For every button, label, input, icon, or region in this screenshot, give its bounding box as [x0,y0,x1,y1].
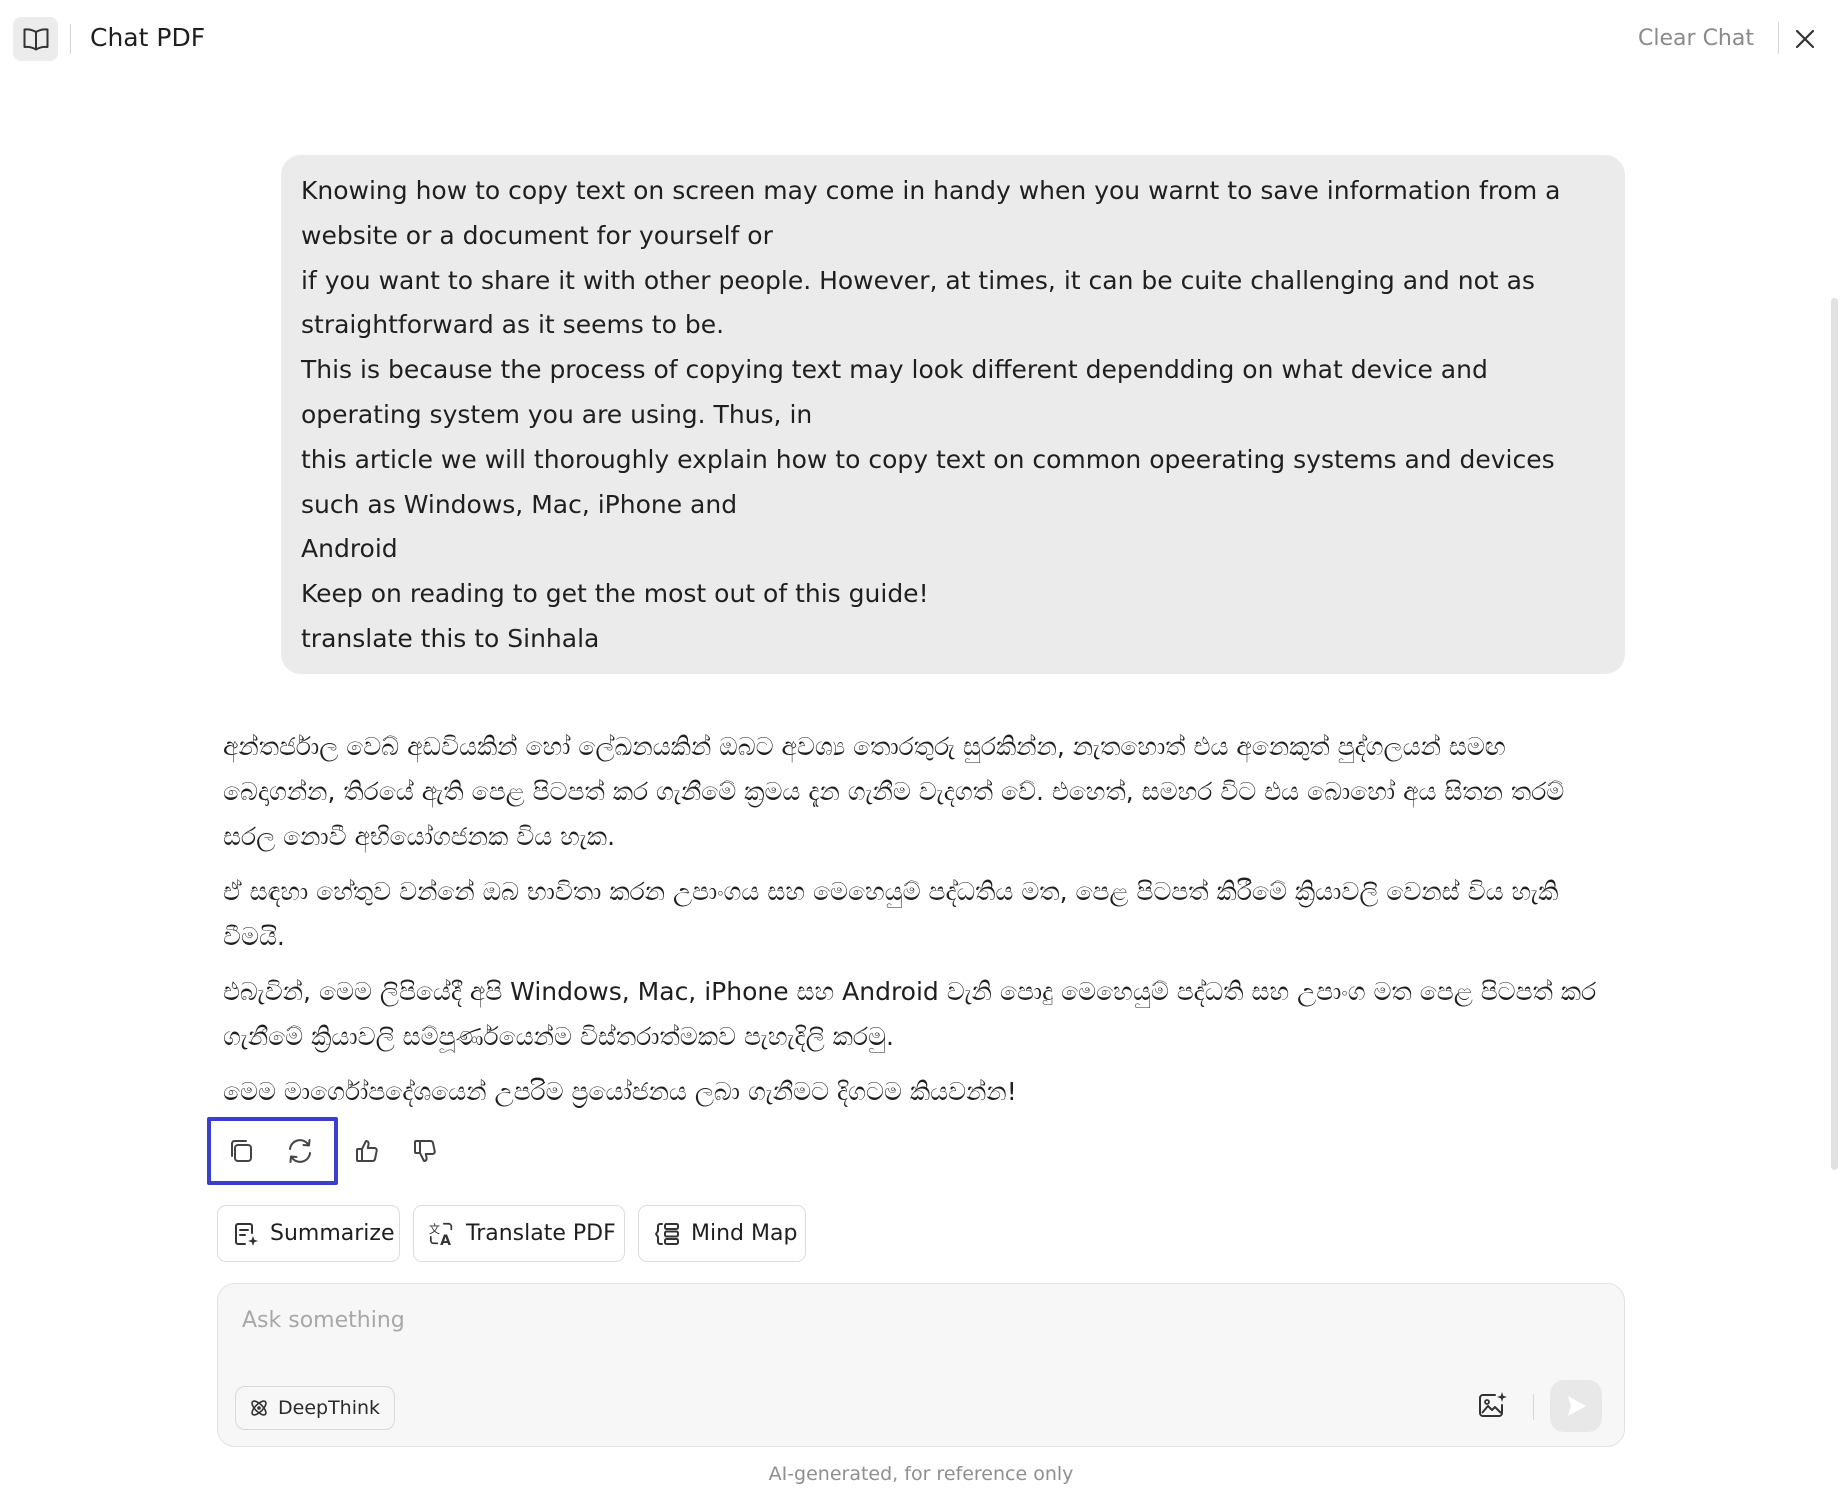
user-message-line: this article we will thoroughly explain … [301,444,1555,519]
mind-map-button[interactable]: Mind Map [638,1205,806,1262]
scrollbar[interactable] [1831,298,1838,1170]
header-divider-right [1778,22,1779,54]
chat-input-box: DeepThink [217,1283,1625,1447]
mind-map-label: Mind Map [691,1220,798,1246]
translate-pdf-label: Translate PDF [466,1220,616,1246]
copy-button[interactable] [224,1134,258,1168]
svg-text:A: A [440,1233,451,1249]
summarize-button[interactable]: Summarize [217,1205,400,1262]
regenerate-button[interactable] [283,1134,317,1168]
input-divider [1533,1394,1534,1420]
summarize-label: Summarize [270,1220,395,1246]
thumbs-up-button[interactable] [350,1134,384,1168]
thumbs-down-icon [414,1140,436,1162]
assistant-message: අන්තර්ජාල වෙබ් අඩවියකින් හෝ ලේඛනයකින් ඔබ… [223,724,1623,1124]
image-upload-button[interactable] [1475,1387,1511,1423]
chat-pdf-panel: Chat PDF Clear Chat Knowing how to copy … [0,0,1842,1498]
thumbs-up-icon [356,1140,378,1162]
deepthink-label: DeepThink [278,1397,381,1419]
user-message-line: Keep on reading to get the most out of t… [301,579,929,609]
user-message-line: if you want to share it with other peopl… [301,265,1535,340]
close-button[interactable] [1790,24,1820,54]
regenerate-icon [289,1139,311,1163]
summarize-icon [232,1220,260,1248]
svg-text:文: 文 [429,1222,440,1236]
mind-map-icon [653,1220,681,1248]
page-title: Chat PDF [90,23,206,52]
user-message-line: This is because the process of copying t… [301,355,1488,429]
assistant-paragraph: එබැවින්, මෙම ලිපියේදී අපි Windows, Mac, … [223,977,1597,1051]
translate-pdf-button[interactable]: 文 A Translate PDF [413,1205,625,1262]
ask-input[interactable] [242,1306,1542,1356]
close-icon [1795,29,1815,49]
ai-disclaimer: AI-generated, for reference only [768,1463,1074,1485]
header: Chat PDF Clear Chat [0,0,1842,78]
atom-icon [248,1397,270,1419]
assistant-paragraph: ඒ සඳහා හේතුව වන්නේ ඔබ භාවිතා කරන උපාංගය … [223,877,1559,951]
user-message-bubble: Knowing how to copy text on screen may c… [281,155,1625,674]
send-button[interactable] [1550,1380,1602,1432]
copy-icon [231,1140,252,1162]
assistant-paragraph: අන්තර්ජාල වෙබ් අඩවියකින් හෝ ලේඛනයකින් ඔබ… [223,732,1565,851]
user-message-line: Knowing how to copy text on screen may c… [301,176,1561,250]
book-button[interactable] [13,17,58,61]
deepthink-toggle[interactable]: DeepThink [235,1386,396,1430]
thumbs-down-button[interactable] [408,1134,442,1168]
assistant-paragraph: මෙම මාර්ගෝපදේශයෙන් උපරිම ප්‍රයෝජනය ලබා ග… [223,1077,1017,1106]
header-divider [70,24,71,54]
translate-icon: 文 A [428,1220,456,1249]
book-open-icon [23,28,48,51]
user-message-line: translate this to Sinhala [301,623,600,653]
image-sparkle-icon [1479,1392,1507,1417]
scrollbar-thumb[interactable] [1831,298,1838,1170]
user-message-line: Android [301,534,398,564]
send-icon [1568,1396,1586,1416]
clear-chat-button[interactable]: Clear Chat [1638,24,1754,54]
